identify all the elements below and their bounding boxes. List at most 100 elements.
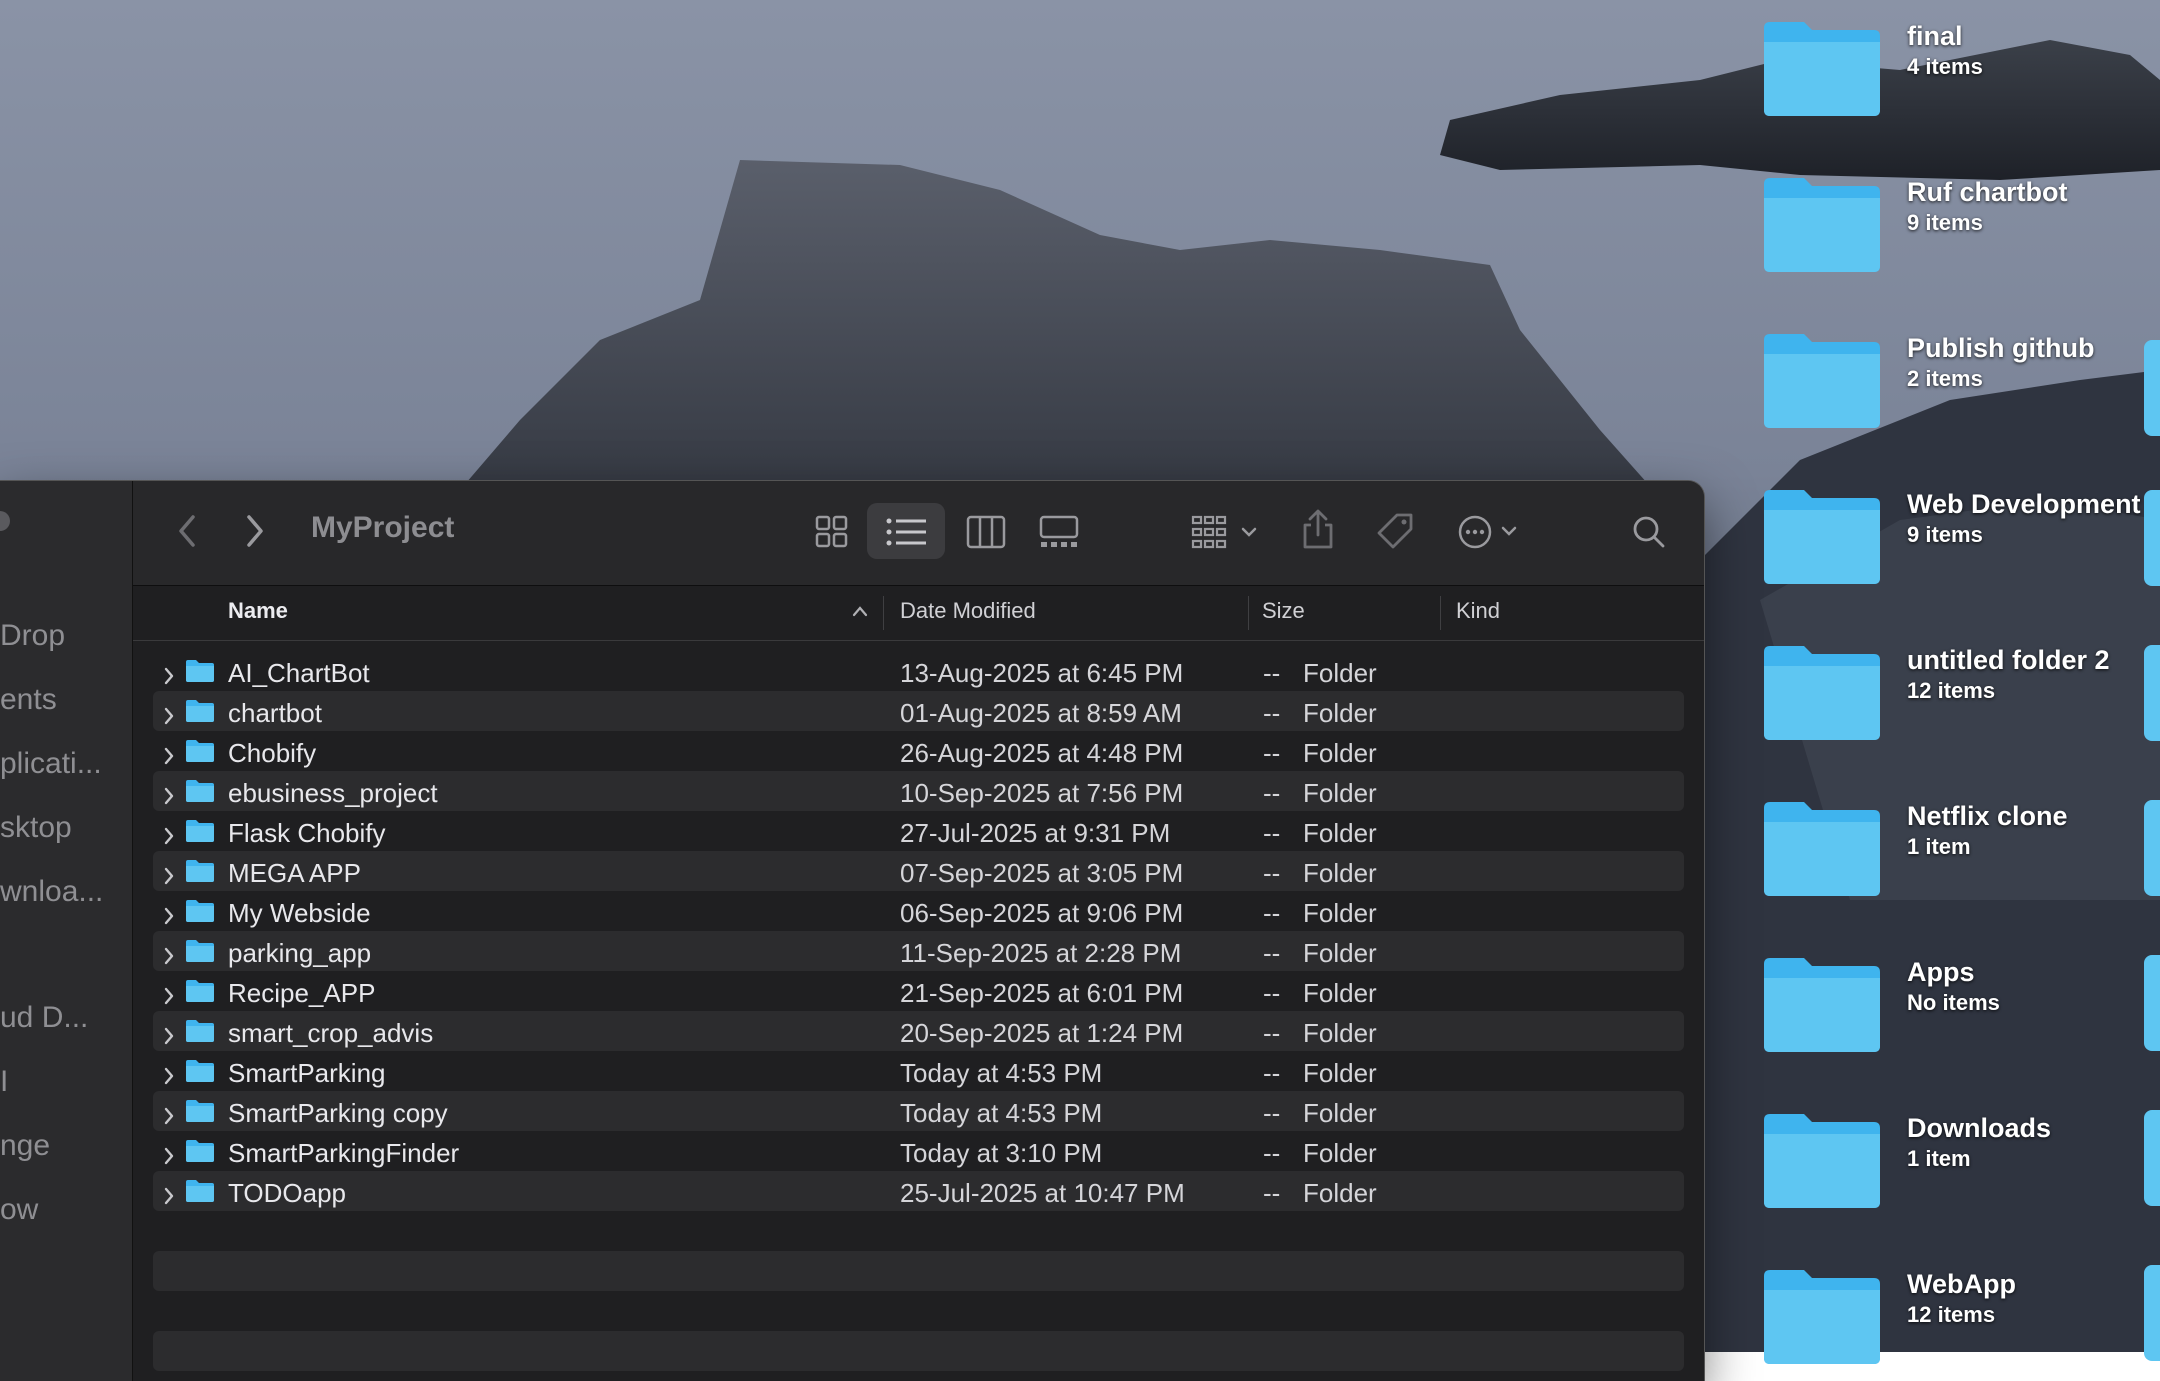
column-divider[interactable]: [883, 596, 884, 630]
desktop-folder[interactable]: Downloads 1 item: [1762, 1092, 2152, 1222]
column-header-name[interactable]: Name: [228, 598, 288, 624]
disclosure-chevron-icon[interactable]: [163, 661, 175, 692]
tag-button[interactable]: [1375, 511, 1415, 551]
date-modified: 11-Sep-2025 at 2:28 PM: [900, 938, 1182, 968]
file-kind: Folder: [1303, 738, 1377, 768]
disclosure-chevron-icon[interactable]: [163, 701, 175, 732]
file-kind: Folder: [1303, 978, 1377, 1008]
file-kind: Folder: [1303, 1178, 1377, 1208]
desktop-folder[interactable]: Netflix clone 1 item: [1762, 780, 2152, 910]
gallery-icon: [1039, 515, 1079, 547]
table-row[interactable]: Flask Chobify 27-Jul-2025 at 9:31 PM -- Fol…: [153, 811, 1684, 851]
sidebar-item[interactable]: ow: [0, 1193, 130, 1227]
disclosure-chevron-icon[interactable]: [163, 1021, 175, 1052]
disclosure-chevron-icon[interactable]: [163, 1181, 175, 1212]
partial-desktop-folder[interactable]: [2144, 800, 2160, 896]
table-row[interactable]: SmartParkingFinder Today at 3:10 PM -- Fold…: [153, 1131, 1684, 1171]
ellipsis-circle-icon: [1458, 515, 1517, 549]
column-header-size[interactable]: Size: [1262, 598, 1305, 624]
disclosure-chevron-icon[interactable]: [163, 1101, 175, 1132]
sidebar-item[interactable]: I: [0, 1065, 130, 1099]
sidebar-item[interactable]: ud D...: [0, 1001, 130, 1035]
table-row[interactable]: parking_app 11-Sep-2025 at 2:28 PM -- Folde…: [153, 931, 1684, 971]
disclosure-chevron-icon[interactable]: [163, 821, 175, 852]
table-row[interactable]: MEGA APP 07-Sep-2025 at 3:05 PM -- Folder: [153, 851, 1684, 891]
window-control-dot[interactable]: [0, 511, 10, 531]
file-kind: Folder: [1303, 698, 1377, 728]
table-row[interactable]: ebusiness_project 10-Sep-2025 at 7:56 PM -…: [153, 771, 1684, 811]
desktop-folder-name: Web Development: [1907, 489, 2141, 519]
disclosure-chevron-icon[interactable]: [163, 741, 175, 772]
desktop-folder[interactable]: Publish github 2 items: [1762, 312, 2152, 442]
table-row[interactable]: smart_crop_advis 20-Sep-2025 at 1:24 PM --…: [153, 1011, 1684, 1051]
table-row[interactable]: AI_ChartBot 13-Aug-2025 at 6:45 PM -- Folde…: [153, 651, 1684, 691]
column-header-date[interactable]: Date Modified: [900, 598, 1036, 624]
folder-icon: [185, 1098, 215, 1123]
partial-desktop-folder[interactable]: [2144, 340, 2160, 436]
table-row[interactable]: SmartParking Today at 4:53 PM -- Folder: [153, 1051, 1684, 1091]
table-row[interactable]: My Webside 06-Sep-2025 at 9:06 PM -- Folder: [153, 891, 1684, 931]
desktop-folder-count: 1 item: [1907, 834, 1971, 859]
sidebar-item[interactable]: ents: [0, 683, 130, 717]
gallery-view-button[interactable]: [1039, 515, 1079, 549]
sidebar-item-label: ow: [0, 1193, 39, 1226]
partial-desktop-folder[interactable]: [2144, 1265, 2160, 1361]
partial-desktop-folder[interactable]: [2144, 955, 2160, 1051]
desktop-folder-count: 9 items: [1907, 522, 1983, 547]
desktop-folder[interactable]: Web Development 9 items: [1762, 468, 2152, 598]
search-button[interactable]: [1631, 514, 1667, 550]
disclosure-chevron-icon[interactable]: [163, 981, 175, 1012]
date-modified: 27-Jul-2025 at 9:31 PM: [900, 818, 1171, 848]
partial-desktop-folder[interactable]: [2144, 645, 2160, 741]
sidebar-item[interactable]: nge: [0, 1129, 130, 1163]
desktop-folder[interactable]: Apps No items: [1762, 936, 2152, 1066]
table-row[interactable]: Recipe_APP 21-Sep-2025 at 6:01 PM -- Folder: [153, 971, 1684, 1011]
disclosure-chevron-icon[interactable]: [163, 861, 175, 892]
icon-view-button[interactable]: [815, 515, 849, 549]
share-button[interactable]: [1301, 507, 1335, 551]
table-row[interactable]: TODOapp 25-Jul-2025 at 10:47 PM -- Folder: [153, 1171, 1684, 1211]
folder-icon: [185, 938, 215, 963]
file-list: AI_ChartBot 13-Aug-2025 at 6:45 PM -- Folde…: [153, 651, 1684, 1211]
empty-list-row: [153, 1251, 1684, 1291]
file-kind: Folder: [1303, 1138, 1377, 1168]
desktop-folder[interactable]: Ruf chartbot 9 items: [1762, 156, 2152, 286]
file-size: --: [1263, 898, 1281, 928]
partial-desktop-folder[interactable]: [2144, 1110, 2160, 1206]
sidebar-item[interactable]: sktop: [0, 811, 130, 845]
file-size: --: [1263, 738, 1281, 768]
folder-icon: [185, 898, 215, 923]
desktop-folder[interactable]: untitled folder 2 12 items: [1762, 624, 2152, 754]
date-modified: 26-Aug-2025 at 4:48 PM: [900, 738, 1184, 768]
desktop-folder[interactable]: WebApp 12 items: [1762, 1248, 2152, 1378]
table-row[interactable]: chartbot 01-Aug-2025 at 8:59 AM -- Folder: [153, 691, 1684, 731]
date-modified: Today at 4:53 PM: [900, 1058, 1103, 1088]
disclosure-chevron-icon[interactable]: [163, 1061, 175, 1092]
desktop-folder-label: Ruf chartbot 9 items: [1907, 176, 2147, 237]
column-divider[interactable]: [1248, 596, 1249, 630]
column-header-kind[interactable]: Kind: [1456, 598, 1500, 624]
window-title: MyProject: [311, 511, 455, 544]
file-name: SmartParking: [228, 1058, 386, 1088]
forward-button[interactable]: [243, 511, 267, 551]
sort-ascending-icon[interactable]: [851, 604, 869, 618]
table-row[interactable]: SmartParking copy Today at 4:53 PM -- Folde…: [153, 1091, 1684, 1131]
more-actions-button[interactable]: [1457, 514, 1527, 550]
column-divider[interactable]: [1440, 596, 1441, 630]
disclosure-chevron-icon[interactable]: [163, 781, 175, 812]
sidebar-item[interactable]: plicati...: [0, 747, 130, 781]
list-view-button[interactable]: [885, 517, 927, 547]
file-name: Chobify: [228, 738, 317, 768]
disclosure-chevron-icon[interactable]: [163, 1141, 175, 1172]
file-name: smart_crop_advis: [228, 1018, 434, 1048]
sidebar-item[interactable]: Drop: [0, 619, 130, 653]
disclosure-chevron-icon[interactable]: [163, 941, 175, 972]
back-button[interactable]: [175, 511, 199, 551]
desktop-folder[interactable]: final 4 items: [1762, 0, 2152, 130]
sidebar-item[interactable]: wnloa...: [0, 875, 130, 909]
disclosure-chevron-icon[interactable]: [163, 901, 175, 932]
column-view-button[interactable]: [966, 515, 1006, 549]
partial-desktop-folder[interactable]: [2144, 490, 2160, 586]
table-row[interactable]: Chobify 26-Aug-2025 at 4:48 PM -- Folder: [153, 731, 1684, 771]
group-by-button[interactable]: [1191, 515, 1263, 549]
